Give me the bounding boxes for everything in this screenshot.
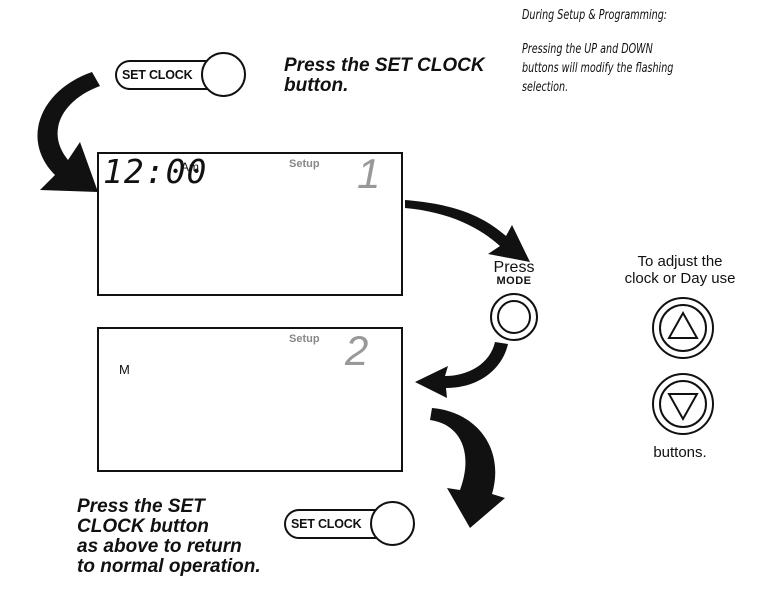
- adjust-line: To adjust the: [637, 253, 723, 270]
- lcd-step-number: 2: [345, 327, 369, 374]
- mode-button-inner: [497, 300, 531, 334]
- mode-button[interactable]: [490, 293, 538, 341]
- final-instruction-line: to normal operation.: [77, 556, 261, 577]
- final-instruction-line: CLOCK button: [77, 516, 209, 537]
- set-clock-button-label: SET CLOCK: [291, 517, 362, 531]
- down-button[interactable]: [652, 373, 714, 435]
- arrow-to-display2: [415, 342, 508, 398]
- lcd-day: M: [119, 362, 130, 377]
- down-arrow-icon: [667, 393, 699, 422]
- lcd-display-setup-1: 12:00 Am Setup 1: [97, 150, 403, 296]
- lcd-setup-label: Setup: [289, 158, 320, 170]
- arrow-to-final: [430, 408, 505, 528]
- arrow-to-display1: [37, 72, 100, 192]
- set-clock-knob[interactable]: [370, 501, 415, 546]
- lcd-setup-label: Setup: [289, 333, 320, 345]
- lcd-display-setup-2: M Setup 2: [97, 327, 403, 472]
- lcd-step-number: 1: [357, 150, 381, 197]
- mode-label: MODE: [496, 275, 532, 287]
- final-instruction-line: as above to return: [77, 536, 242, 557]
- adjust-line: clock or Day use: [624, 270, 736, 287]
- buttons-label: buttons.: [653, 444, 707, 461]
- lcd-ampm: Am: [181, 160, 199, 174]
- press-label: Press: [493, 259, 535, 276]
- up-arrow-icon: [667, 310, 699, 339]
- adjust-instruction: To adjust the clock or Day use: [600, 253, 760, 287]
- arrow-to-mode: [405, 200, 530, 262]
- final-instruction-line: Press the SET: [77, 496, 205, 517]
- up-button[interactable]: [652, 297, 714, 359]
- final-instruction: Press the SET CLOCK button as above to r…: [77, 497, 261, 577]
